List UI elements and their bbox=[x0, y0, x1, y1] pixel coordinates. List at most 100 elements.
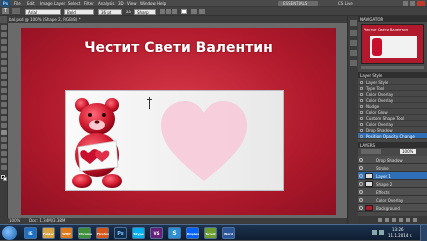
navigator-thumbnail[interactable]: Честит Свети Валентин bbox=[361, 24, 424, 64]
document-tab[interactable]: bal.psd @ 100% (Shape 2, RGB/8) * bbox=[7, 16, 347, 23]
layers-tab[interactable]: LAYERS bbox=[360, 143, 375, 148]
type-tool-button-icon[interactable] bbox=[1, 130, 7, 135]
taskbar-s[interactable]: S bbox=[168, 227, 181, 239]
styles-panel-icon[interactable] bbox=[350, 60, 357, 66]
zoom-tool-icon[interactable] bbox=[1, 165, 7, 170]
pen-tool-icon[interactable] bbox=[1, 123, 7, 128]
swatches-panel-icon[interactable] bbox=[350, 50, 357, 56]
navigator-zoom-slider[interactable] bbox=[361, 66, 424, 69]
taskbar-ie[interactable]: IE bbox=[24, 227, 37, 239]
eye-icon[interactable] bbox=[359, 166, 363, 170]
workspace-switcher[interactable]: ESSENTIALS bbox=[278, 1, 318, 6]
layer-row[interactable]: Effects bbox=[358, 188, 427, 196]
eye-icon[interactable] bbox=[359, 158, 363, 162]
path-selection-tool-icon[interactable] bbox=[1, 137, 7, 142]
orientation-toggle-icon[interactable] bbox=[12, 8, 20, 14]
lasso-tool-icon[interactable] bbox=[1, 39, 7, 44]
layer-row[interactable]: Shape 2 bbox=[358, 180, 427, 188]
taskbar-vs[interactable]: VS bbox=[150, 227, 163, 239]
navigator-header[interactable]: NAVIGATOR bbox=[358, 16, 427, 22]
add-style-icon[interactable] bbox=[385, 218, 389, 222]
dodge-tool-icon[interactable] bbox=[1, 116, 7, 121]
layer-row[interactable]: Stroke bbox=[358, 164, 427, 172]
navigator-tab[interactable]: NAVIGATOR bbox=[360, 17, 383, 22]
brush-tool-icon[interactable] bbox=[1, 74, 7, 79]
font-size-field[interactable]: 36 pt bbox=[98, 8, 122, 15]
taskbar-torrent[interactable]: Torrent bbox=[204, 227, 217, 239]
cslive-link[interactable]: CS Live bbox=[338, 1, 353, 6]
layer-row-selected[interactable]: Layer 1 bbox=[358, 172, 427, 180]
font-style-select[interactable]: Bold bbox=[64, 8, 94, 15]
shape-tool-icon[interactable] bbox=[1, 144, 7, 149]
tray-time[interactable]: 13:26 bbox=[392, 227, 404, 232]
taskbar-photoshop[interactable]: Ps bbox=[114, 227, 127, 239]
eye-icon[interactable] bbox=[359, 198, 363, 202]
menu-3d[interactable]: 3D bbox=[118, 1, 124, 6]
link-layers-icon[interactable] bbox=[378, 218, 382, 222]
eye-icon[interactable] bbox=[359, 174, 363, 178]
zoom-level[interactable]: 100% bbox=[9, 218, 20, 223]
tray-volume-icon[interactable] bbox=[379, 230, 384, 235]
new-group-icon[interactable] bbox=[399, 218, 403, 222]
trash-icon[interactable] bbox=[413, 218, 417, 222]
menu-image[interactable]: Image bbox=[40, 1, 53, 6]
antialias-select[interactable]: Sharp bbox=[134, 8, 156, 15]
crop-tool-icon[interactable] bbox=[1, 53, 7, 58]
history-header[interactable]: Layer Style bbox=[358, 72, 427, 78]
taskbar-folder[interactable]: Folder bbox=[42, 227, 55, 239]
taskbar-skype[interactable]: Skype bbox=[132, 227, 145, 239]
taskbar-firefox[interactable]: Firefox bbox=[96, 227, 109, 239]
new-layer-icon[interactable] bbox=[406, 218, 410, 222]
quick-select-tool-icon[interactable] bbox=[1, 46, 7, 51]
menu-view[interactable]: View bbox=[127, 1, 137, 6]
tray-network-icon[interactable] bbox=[372, 230, 377, 235]
eyedropper-tool-icon[interactable] bbox=[1, 60, 7, 65]
menu-file[interactable]: File bbox=[14, 1, 21, 6]
document-canvas[interactable]: Честит Свети Валентин bbox=[21, 28, 336, 215]
layers-header[interactable]: LAYERS bbox=[358, 142, 427, 148]
start-button[interactable] bbox=[2, 226, 17, 240]
valentine-title[interactable]: Честит Свети Валентин bbox=[21, 40, 336, 56]
layer-opacity-field[interactable]: 100% bbox=[400, 149, 416, 154]
actions-panel-icon[interactable] bbox=[350, 30, 357, 36]
taskbar-chrome[interactable]: Chrome bbox=[78, 227, 92, 239]
font-family-select[interactable]: Arial bbox=[25, 8, 61, 15]
heart-shape[interactable] bbox=[159, 99, 249, 183]
blur-tool-icon[interactable] bbox=[1, 109, 7, 114]
align-center-icon[interactable] bbox=[166, 9, 171, 14]
history-panel-icon[interactable] bbox=[350, 20, 357, 26]
color-panel-icon[interactable] bbox=[350, 40, 357, 46]
show-desktop-button[interactable] bbox=[420, 225, 427, 241]
menu-analysis[interactable]: Analysis bbox=[98, 1, 114, 6]
blend-mode-select[interactable] bbox=[361, 149, 381, 154]
eye-icon[interactable] bbox=[359, 206, 363, 210]
close-icon[interactable] bbox=[417, 1, 425, 6]
add-mask-icon[interactable] bbox=[392, 218, 396, 222]
menu-edit[interactable]: Edit bbox=[27, 1, 35, 6]
menu-window[interactable]: Window bbox=[140, 1, 156, 6]
layer-row[interactable]: Background bbox=[358, 204, 427, 212]
hand-tool-icon[interactable] bbox=[1, 158, 7, 163]
marquee-tool-icon[interactable] bbox=[1, 32, 7, 37]
taskbar-dropbox[interactable]: Dropbox bbox=[186, 227, 199, 239]
gradient-tool-icon[interactable] bbox=[1, 102, 7, 107]
maximize-icon[interactable] bbox=[410, 1, 415, 6]
menu-layer[interactable]: Layer bbox=[54, 1, 65, 6]
clone-stamp-tool-icon[interactable] bbox=[1, 81, 7, 86]
character-panel-icon[interactable] bbox=[199, 9, 205, 14]
history-row-selected[interactable]: Position Opacity Change bbox=[358, 133, 427, 139]
taskbar-wmp[interactable]: WMP bbox=[60, 227, 73, 239]
image-card[interactable] bbox=[65, 90, 284, 191]
align-right-icon[interactable] bbox=[172, 9, 177, 14]
eye-icon[interactable] bbox=[359, 182, 363, 186]
move-tool-icon[interactable] bbox=[1, 25, 7, 30]
minimize-icon[interactable] bbox=[403, 1, 408, 6]
menu-help[interactable]: Help bbox=[157, 1, 166, 6]
layer-row[interactable]: Drop Shadow bbox=[358, 156, 427, 164]
eraser-tool-icon[interactable] bbox=[1, 95, 7, 100]
menu-filter[interactable]: Filter bbox=[84, 1, 94, 6]
align-left-icon[interactable] bbox=[160, 9, 165, 14]
eye-icon[interactable] bbox=[359, 190, 363, 194]
text-color-swatch[interactable] bbox=[181, 9, 187, 14]
history-brush-tool-icon[interactable] bbox=[1, 88, 7, 93]
